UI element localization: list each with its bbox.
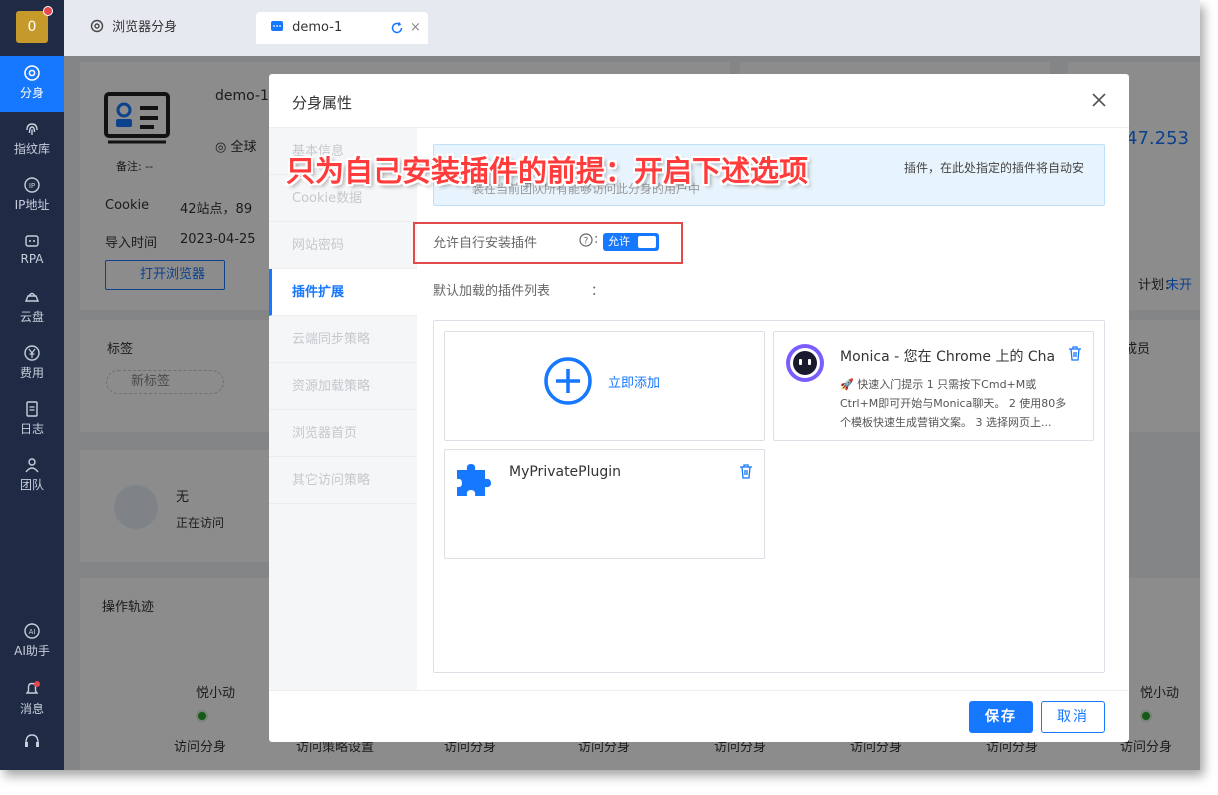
save-button[interactable]: 保存 (969, 701, 1033, 733)
plugin-list: 立即添加 Monica - 您在 Chrome 上的 Cha 🚀 快速入门提示 … (433, 320, 1105, 673)
colon: : (594, 232, 599, 247)
nav-browser-homepage[interactable]: 浏览器首页 (269, 410, 417, 457)
nav-resource-loading[interactable]: 资源加载策略 (269, 363, 417, 410)
sidebar-item-logs[interactable]: 日志 (0, 392, 64, 448)
headset-icon[interactable] (23, 732, 41, 750)
team-icon (25, 458, 39, 473)
tab-bar: 浏览器分身 demo-1 × (64, 0, 1200, 56)
annotation-banner: 只为自己安装插件的前提：开启下述选项 (286, 154, 809, 188)
svg-text:AI: AI (29, 628, 36, 636)
ip-icon: IP (24, 177, 40, 193)
plugin-desc-line-3: 个模板快速生成营销文案。 3 选择网页上... (840, 416, 1052, 429)
sidebar: 0 分身 指纹库 IP IP地址 RPA 云盘 费用 日志 团队 AI AI助手… (0, 0, 64, 770)
log-icon (26, 401, 38, 417)
sidebar-item-profiles[interactable]: 分身 (0, 56, 64, 112)
dialog-nav: 基本信息 Cookie数据 网站密码 插件扩展 云端同步策略 资源加载策略 浏览… (269, 128, 417, 690)
sidebar-item-fingerprints[interactable]: 指纹库 (0, 112, 64, 168)
toggle-label: 允许 (608, 235, 630, 248)
plugin-card-monica: Monica - 您在 Chrome 上的 Cha 🚀 快速入门提示 1 只需按… (773, 331, 1094, 441)
sidebar-item-label: RPA (20, 252, 44, 266)
sidebar-item-ai[interactable]: AI AI助手 (0, 614, 64, 670)
plugin-desc-line-1: 🚀 快速入门提示 1 只需按下Cmd+M或 (840, 378, 1037, 391)
close-icon[interactable]: × (410, 12, 421, 44)
info-line-1b: 插件，在此处指定的插件将自动安 (904, 161, 1085, 175)
robot-icon (25, 235, 39, 247)
yen-icon (24, 345, 40, 361)
plugin-name: MyPrivatePlugin (509, 464, 622, 480)
chrome-icon (24, 65, 40, 81)
svg-text:?: ? (584, 237, 589, 247)
account-badge-count: 0 (27, 19, 37, 35)
plus-circle-icon (544, 357, 592, 405)
puzzle-icon (457, 464, 491, 496)
sidebar-item-label: 分身 (19, 86, 44, 100)
cloud-icon (24, 292, 40, 302)
toggle-knob (638, 236, 656, 248)
sidebar-item-label: 费用 (19, 366, 44, 380)
help-icon[interactable]: ? (579, 233, 593, 247)
account-badge[interactable]: 0 (16, 6, 53, 43)
close-icon[interactable] (1089, 90, 1109, 110)
sidebar-item-team[interactable]: 团队 (0, 448, 64, 504)
monica-logo-icon (786, 344, 824, 382)
app-window: 0 分身 指纹库 IP IP地址 RPA 云盘 费用 日志 团队 AI AI助手… (0, 0, 1200, 770)
refresh-icon[interactable] (390, 21, 404, 35)
plugin-name: Monica - 您在 Chrome 上的 Cha (840, 349, 1056, 365)
tab-label: demo-1 (292, 20, 343, 35)
sidebar-item-label: 指纹库 (13, 142, 50, 156)
trash-icon[interactable] (1067, 345, 1083, 361)
sidebar-item-rpa[interactable]: RPA (0, 224, 64, 280)
plugin-desc-line-2: Ctrl+M即可开始与Monica聊天。 2 使用80多 (840, 397, 1067, 410)
chrome-icon (90, 19, 104, 33)
dialog-header: 分身属性 (269, 74, 1129, 128)
allow-self-install-label: 允许自行安装插件 (433, 236, 538, 251)
sidebar-item-billing[interactable]: 费用 (0, 336, 64, 392)
add-plugin-card[interactable]: 立即添加 (444, 331, 765, 441)
plugin-card-myprivateplugin: MyPrivatePlugin (444, 449, 765, 559)
sidebar-item-label: 消息 (19, 702, 44, 716)
window-icon (271, 21, 283, 31)
tab-browser-profiles[interactable]: 浏览器分身 (76, 12, 191, 44)
trash-icon[interactable] (738, 463, 754, 479)
tab-label: 浏览器分身 (112, 20, 178, 35)
sidebar-item-label: 团队 (19, 478, 44, 492)
fingerprint-icon (26, 123, 38, 135)
tab-demo-1[interactable]: demo-1 × (256, 12, 428, 44)
nav-cloud-sync[interactable]: 云端同步策略 (269, 316, 417, 363)
sidebar-item-messages[interactable]: 消息 (0, 672, 64, 728)
notification-dot (43, 6, 53, 16)
svg-text:IP: IP (29, 182, 35, 190)
dialog-title: 分身属性 (292, 94, 353, 112)
dialog-footer: 保存 取消 (269, 690, 1129, 742)
ai-icon: AI (24, 623, 40, 639)
nav-extensions[interactable]: 插件扩展 (269, 269, 417, 316)
colon: ： (591, 284, 605, 299)
allow-self-install-toggle[interactable]: 允许 (603, 233, 659, 251)
sidebar-item-label: IP地址 (14, 198, 50, 212)
cancel-button[interactable]: 取消 (1041, 701, 1105, 733)
sidebar-item-cloud[interactable]: 云盘 (0, 280, 64, 336)
add-now-label: 立即添加 (608, 376, 661, 391)
nav-other-access[interactable]: 其它访问策略 (269, 457, 417, 504)
bell-icon (25, 681, 40, 694)
nav-site-passwords[interactable]: 网站密码 (269, 222, 417, 269)
default-plugins-label: 默认加载的插件列表 (433, 284, 551, 299)
sidebar-item-label: 云盘 (19, 310, 44, 324)
sidebar-item-ip[interactable]: IP IP地址 (0, 168, 64, 224)
sidebar-item-label: AI助手 (14, 644, 50, 658)
sidebar-item-label: 日志 (19, 422, 44, 436)
